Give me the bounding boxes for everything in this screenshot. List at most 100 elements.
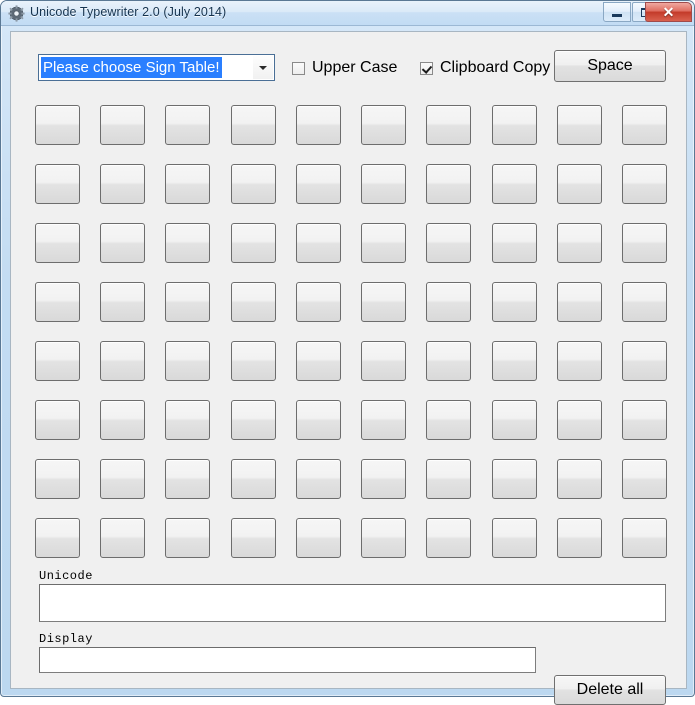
sign-key-button[interactable] bbox=[230, 223, 276, 263]
sign-key-button[interactable] bbox=[35, 459, 80, 499]
close-icon: ✕ bbox=[662, 4, 675, 20]
key-row bbox=[35, 400, 667, 440]
sign-key-button[interactable] bbox=[295, 459, 341, 499]
sign-key-button[interactable] bbox=[361, 105, 407, 145]
sign-key-button[interactable] bbox=[100, 459, 146, 499]
sign-key-button[interactable] bbox=[100, 400, 146, 440]
sign-key-button[interactable] bbox=[426, 518, 472, 558]
sign-key-button[interactable] bbox=[621, 223, 667, 263]
sign-key-button[interactable] bbox=[35, 341, 80, 381]
sign-key-button[interactable] bbox=[100, 518, 146, 558]
display-input[interactable] bbox=[39, 647, 536, 673]
sign-key-button[interactable] bbox=[165, 282, 211, 322]
sign-key-button[interactable] bbox=[621, 282, 667, 322]
sign-key-button[interactable] bbox=[230, 282, 276, 322]
upper-case-checkbox-box[interactable] bbox=[292, 61, 305, 75]
sign-key-button[interactable] bbox=[295, 518, 341, 558]
sign-key-button[interactable] bbox=[100, 105, 146, 145]
space-button[interactable]: Space bbox=[554, 50, 666, 82]
sign-key-button[interactable] bbox=[491, 164, 537, 204]
chevron-down-icon[interactable] bbox=[253, 56, 273, 79]
sign-key-button[interactable] bbox=[295, 105, 341, 145]
key-row bbox=[35, 518, 667, 558]
sign-key-button[interactable] bbox=[35, 223, 80, 263]
sign-key-button[interactable] bbox=[35, 518, 80, 558]
unicode-input[interactable] bbox=[39, 584, 666, 622]
sign-key-button[interactable] bbox=[230, 400, 276, 440]
sign-key-button[interactable] bbox=[361, 400, 407, 440]
sign-key-button[interactable] bbox=[491, 400, 537, 440]
sign-key-button[interactable] bbox=[556, 400, 602, 440]
sign-key-button[interactable] bbox=[100, 164, 146, 204]
clipboard-copy-checkbox[interactable]: Clipboard Copy bbox=[420, 58, 550, 78]
sign-key-button[interactable] bbox=[361, 518, 407, 558]
sign-key-button[interactable] bbox=[361, 164, 407, 204]
display-label: Display bbox=[39, 632, 93, 646]
sign-key-button[interactable] bbox=[556, 518, 602, 558]
sign-key-button[interactable] bbox=[230, 459, 276, 499]
sign-key-button[interactable] bbox=[295, 282, 341, 322]
sign-key-button[interactable] bbox=[165, 223, 211, 263]
sign-key-button[interactable] bbox=[35, 400, 80, 440]
sign-key-button[interactable] bbox=[295, 341, 341, 381]
sign-key-button[interactable] bbox=[556, 223, 602, 263]
sign-key-button[interactable] bbox=[556, 105, 602, 145]
sign-key-button[interactable] bbox=[491, 105, 537, 145]
sign-key-button[interactable] bbox=[165, 105, 211, 145]
sign-key-button[interactable] bbox=[556, 341, 602, 381]
sign-key-button[interactable] bbox=[100, 223, 146, 263]
clipboard-copy-checkbox-box[interactable] bbox=[420, 61, 433, 75]
sign-key-button[interactable] bbox=[556, 164, 602, 204]
sign-key-button[interactable] bbox=[35, 105, 80, 145]
sign-key-button[interactable] bbox=[621, 400, 667, 440]
sign-key-button[interactable] bbox=[230, 341, 276, 381]
sign-key-button[interactable] bbox=[426, 400, 472, 440]
sign-key-button[interactable] bbox=[165, 164, 211, 204]
sign-key-button[interactable] bbox=[491, 223, 537, 263]
sign-key-button[interactable] bbox=[621, 341, 667, 381]
sign-key-button[interactable] bbox=[426, 341, 472, 381]
sign-key-button[interactable] bbox=[165, 341, 211, 381]
sign-key-button[interactable] bbox=[491, 282, 537, 322]
sign-key-button[interactable] bbox=[361, 459, 407, 499]
minimize-button[interactable] bbox=[603, 2, 631, 22]
sign-key-button[interactable] bbox=[35, 282, 80, 322]
sign-key-button[interactable] bbox=[361, 341, 407, 381]
sign-key-button[interactable] bbox=[491, 341, 537, 381]
sign-key-button[interactable] bbox=[230, 105, 276, 145]
sign-key-button[interactable] bbox=[426, 105, 472, 145]
sign-key-button[interactable] bbox=[556, 459, 602, 499]
sign-key-button[interactable] bbox=[295, 400, 341, 440]
sign-key-button[interactable] bbox=[426, 459, 472, 499]
sign-key-button[interactable] bbox=[361, 223, 407, 263]
sign-key-button[interactable] bbox=[621, 164, 667, 204]
sign-key-button[interactable] bbox=[621, 459, 667, 499]
sign-key-button[interactable] bbox=[295, 223, 341, 263]
sign-key-button[interactable] bbox=[100, 341, 146, 381]
sign-key-button[interactable] bbox=[230, 518, 276, 558]
sign-key-button[interactable] bbox=[230, 164, 276, 204]
sign-key-button[interactable] bbox=[361, 282, 407, 322]
sign-key-button[interactable] bbox=[621, 105, 667, 145]
title-bar[interactable]: Unicode Typewriter 2.0 (July 2014) ✕ bbox=[1, 1, 694, 26]
sign-key-button[interactable] bbox=[426, 223, 472, 263]
sign-key-button[interactable] bbox=[165, 400, 211, 440]
sign-key-button[interactable] bbox=[491, 459, 537, 499]
delete-all-button[interactable]: Delete all bbox=[554, 675, 666, 705]
sign-key-button[interactable] bbox=[491, 518, 537, 558]
sign-key-button[interactable] bbox=[295, 164, 341, 204]
sign-key-button[interactable] bbox=[426, 164, 472, 204]
upper-case-checkbox[interactable]: Upper Case bbox=[292, 58, 397, 78]
application-window: Unicode Typewriter 2.0 (July 2014) ✕ Ple… bbox=[0, 0, 695, 705]
unicode-label: Unicode bbox=[39, 569, 93, 583]
sign-key-button[interactable] bbox=[165, 518, 211, 558]
sign-key-button[interactable] bbox=[621, 518, 667, 558]
sign-key-button[interactable] bbox=[100, 282, 146, 322]
key-row bbox=[35, 223, 667, 263]
sign-key-button[interactable] bbox=[35, 164, 80, 204]
close-button[interactable]: ✕ bbox=[645, 2, 692, 22]
sign-key-button[interactable] bbox=[165, 459, 211, 499]
sign-key-button[interactable] bbox=[556, 282, 602, 322]
sign-table-combobox[interactable]: Please choose Sign Table! bbox=[38, 54, 275, 81]
sign-key-button[interactable] bbox=[426, 282, 472, 322]
